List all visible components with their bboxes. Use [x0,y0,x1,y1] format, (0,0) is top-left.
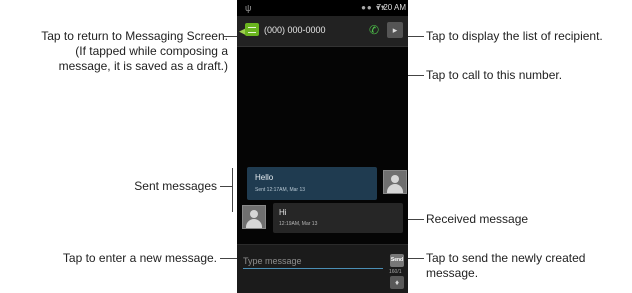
contact-avatar [242,205,266,229]
send-annotation-line-2: message. [426,266,479,280]
composer-bar: Send 160/1 ♦ [237,244,408,293]
phone-screen: ψ ●● ▾▾ 7:20 AM ◀ (000) 000-0000 ✆ ▸ Hel… [237,0,408,293]
message-input[interactable] [243,253,383,269]
sent-message-meta: Sent 12:17AM, Mar 13 [255,187,306,193]
avatar-icon [250,210,258,218]
send-annotation: Tap to send the newly created message. [426,251,632,281]
avatar-body [387,184,403,193]
status-time: 7:20 AM [376,3,406,12]
character-counter: 160/1 [389,269,402,275]
my-avatar [383,170,407,194]
attach-button[interactable]: ♦ [390,276,404,289]
send-annotation-line-1: Tap to send the newly created [426,251,586,265]
new-message-annotation: Tap to enter a new message. [62,251,217,265]
return-annotation-line-2: (If tapped while composing a [75,44,228,58]
signal-icon: ψ [245,3,252,13]
back-button[interactable]: ◀ [239,22,261,40]
received-message-bubble[interactable]: Hi 12:19AM, Mar 13 [273,203,403,233]
attach-icon: ♦ [394,278,400,287]
new-message-leader [220,258,238,259]
return-annotation: Tap to return to Messaging Screen. (If t… [0,29,228,74]
sent-leader-bracket [232,168,233,212]
received-message-annotation: Received message [426,212,529,226]
call-button[interactable]: ✆ [367,23,381,37]
display-list-annotation: Tap to display the list of recipient. [426,29,603,43]
contact-number: (000) 000-0000 [264,25,326,35]
received-message-text: Hi [279,208,287,217]
return-leader [224,36,238,37]
contact-list-icon: ▸ [392,25,398,35]
return-annotation-line-3: message, it is saved as a draft.) [58,59,228,73]
sent-leader-h [220,186,232,187]
conversation-header: ◀ (000) 000-0000 ✆ ▸ [237,16,408,47]
avatar-body [246,219,262,228]
sent-message-bubble[interactable]: Hello Sent 12:17AM, Mar 13 [247,167,377,200]
message-icon [245,23,259,36]
sent-messages-annotation: Sent messages [134,179,217,193]
status-bar: ψ ●● ▾▾ 7:20 AM [237,0,408,16]
received-message-meta: 12:19AM, Mar 13 [279,221,318,227]
send-button[interactable]: Send [390,254,404,267]
call-icon: ✆ [368,23,380,37]
recipient-list-button[interactable]: ▸ [387,22,403,38]
avatar-icon [391,175,399,183]
call-annotation: Tap to call to this number. [426,68,563,82]
return-annotation-line-1: Tap to return to Messaging Screen. [41,29,228,43]
sent-message-text: Hello [255,173,274,182]
